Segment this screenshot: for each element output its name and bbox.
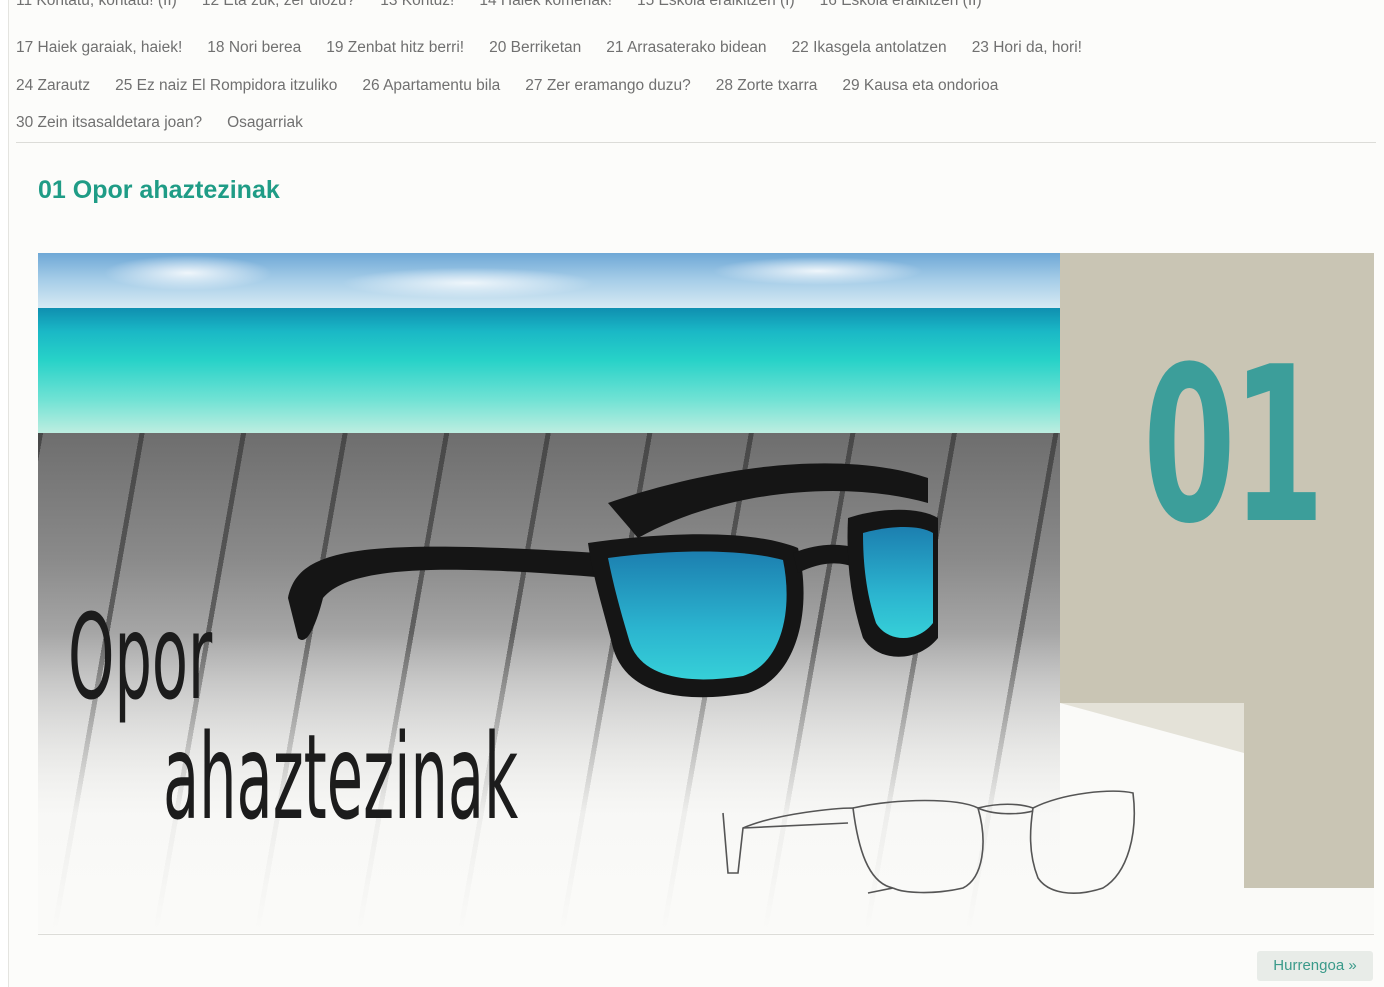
chapter-link[interactable]: 25 Ez naiz El Rompidora itzuliko xyxy=(115,77,337,95)
banner-title-line2: ahaztezinak xyxy=(163,708,519,846)
chapter-number: 01 xyxy=(1143,320,1325,571)
chapter-link[interactable]: 19 Zenbat hitz berri! xyxy=(326,39,464,57)
chapter-link[interactable]: 24 Zarautz xyxy=(16,77,90,95)
chapter-link[interactable]: 13 Kontuz! xyxy=(380,0,454,10)
nav-row: 24 Zarautz 25 Ez naiz El Rompidora itzuli… xyxy=(16,77,1023,99)
outline-glasses-illustration xyxy=(722,790,1136,894)
chapter-link[interactable]: 21 Arrasaterako bidean xyxy=(606,39,766,57)
chapter-link[interactable]: 30 Zein itsasaldetara joan? xyxy=(16,114,202,132)
chapter-link[interactable]: 23 Hori da, hori! xyxy=(972,39,1082,57)
chapter-link[interactable]: Osagarriak xyxy=(227,114,303,132)
sunglasses-illustration xyxy=(288,463,938,698)
page-title: 01 Opor ahaztezinak xyxy=(38,176,280,204)
chapter-link[interactable]: 28 Zorte txarra xyxy=(716,77,818,95)
chapter-link[interactable]: 18 Nori berea xyxy=(207,39,301,57)
chapter-link[interactable]: 20 Berriketan xyxy=(489,39,581,57)
chapter-ribbon-tail xyxy=(1244,703,1374,888)
chapter-link[interactable]: 11 Kontatu, kontatu! (II) xyxy=(16,0,177,10)
chapter-link[interactable]: 27 Zer eramango duzu? xyxy=(525,77,690,95)
chapter-link[interactable]: 29 Kausa eta ondorioa xyxy=(842,77,998,95)
nav-row: 30 Zein itsasaldetara joan? Osagarriak xyxy=(16,114,328,136)
nav-row: 17 Haiek garaiak, haiek! 18 Nori berea 19 … xyxy=(16,39,1107,61)
banner-sea xyxy=(38,308,1060,438)
chapter-link[interactable]: 14 Haiek komeriak! xyxy=(479,0,612,10)
footer-divider xyxy=(38,934,1374,935)
nav-row: 11 Kontatu, kontatu! (II) 12 Eta zuk, zer… xyxy=(16,0,1007,14)
banner-clouds xyxy=(38,253,1060,308)
chapter-link[interactable]: 26 Apartamentu bila xyxy=(362,77,500,95)
chapter-banner-image: 01 Opor ahaztezinak xyxy=(38,253,1374,933)
chapter-link[interactable]: 17 Haiek garaiak, haiek! xyxy=(16,39,182,57)
banner-title-line1: Opor xyxy=(68,588,213,726)
chapter-link[interactable]: 22 Ikasgela antolatzen xyxy=(792,39,947,57)
next-page-button[interactable]: Hurrengoa » xyxy=(1257,951,1373,981)
chapter-navigation: 11 Kontatu, kontatu! (II) 12 Eta zuk, zer… xyxy=(16,0,1376,143)
chapter-link[interactable]: 12 Eta zuk, zer diozu? xyxy=(202,0,355,10)
chapter-link[interactable]: 15 Eskola eraikitzen (I) xyxy=(637,0,795,10)
chapter-link[interactable]: 16 Eskola eraikitzen (II) xyxy=(820,0,982,10)
